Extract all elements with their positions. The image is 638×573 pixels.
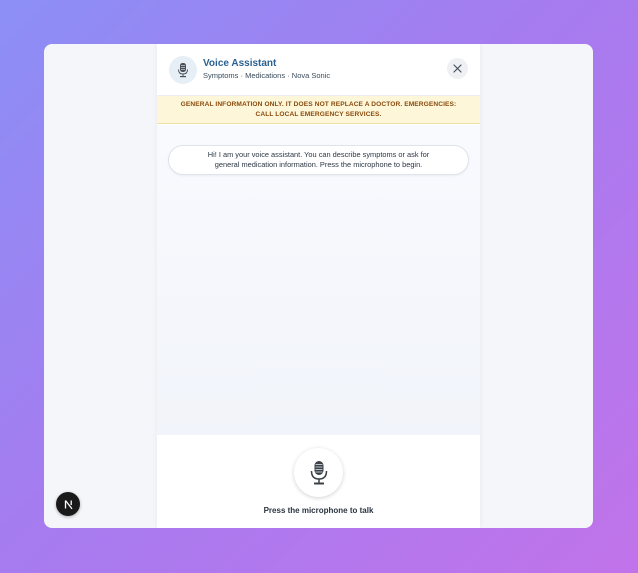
framework-badge[interactable] [56,492,80,516]
panel-footer: Press the microphone to talk [157,435,480,528]
close-button[interactable] [447,58,468,79]
page-subtitle: Symptoms · Medications · Nova Sonic [203,71,331,80]
n-logo-icon [64,499,73,509]
app-window: Voice Assistant Symptoms · Medications ·… [44,44,593,528]
microphone-icon [310,460,327,484]
assistant-message: Hi! I am your voice assistant. You can d… [168,145,469,175]
microphone-icon [169,56,197,84]
disclaimer-banner: GENERAL INFORMATION ONLY. IT DOES NOT RE… [157,96,480,124]
chat-area[interactable]: Hi! I am your voice assistant. You can d… [157,125,480,435]
microphone-button[interactable] [294,448,343,497]
microphone-hint: Press the microphone to talk [263,506,374,515]
panel-header: Voice Assistant Symptoms · Medications ·… [157,44,480,96]
close-icon [453,64,462,73]
page-title: Voice Assistant [203,58,277,69]
disclaimer-text: GENERAL INFORMATION ONLY. IT DOES NOT RE… [180,101,457,118]
assistant-panel: Voice Assistant Symptoms · Medications ·… [157,44,480,528]
message-text: Hi! I am your voice assistant. You can d… [207,150,430,169]
